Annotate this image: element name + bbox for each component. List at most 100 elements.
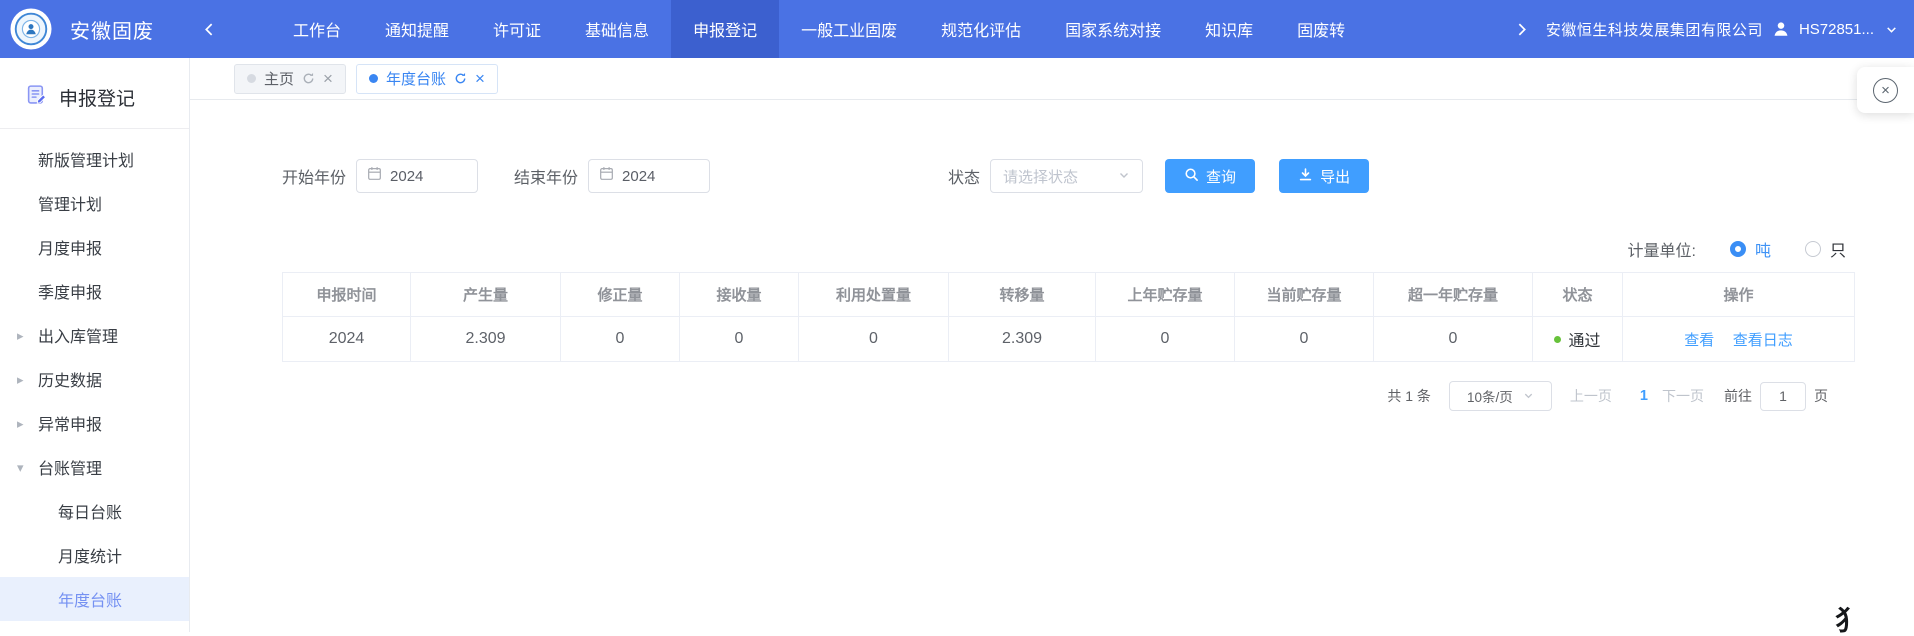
nav-item-national-system[interactable]: 国家系统对接 [1043,0,1183,58]
end-year-label: 结束年份 [514,164,578,188]
col-over-one-year-storage: 超一年贮存量 [1374,273,1533,317]
unit-radio-piece[interactable]: 只 [1805,237,1846,261]
user-menu-chevron-down-icon[interactable] [1885,23,1898,36]
export-button[interactable]: 导出 [1279,159,1369,193]
prev-page-button[interactable]: 上一页 [1570,386,1612,406]
sidebar-menu: 新版管理计划 管理计划 月度申报 季度申报 ▸ 出入库管理 ▸ 历史数据 ▸ 异… [0,137,189,621]
sidebar-title: 申报登记 [59,84,135,111]
search-button-label: 查询 [1206,166,1236,187]
current-page[interactable]: 1 [1640,388,1648,404]
sidebar-item-monthly-declaration[interactable]: 月度申报 [0,225,189,269]
close-icon[interactable]: × [323,70,333,87]
col-received: 接收量 [680,273,799,317]
page-size-select[interactable]: 10条/页 [1449,381,1552,411]
status-select[interactable]: 请选择状态 [990,159,1143,193]
nav-item-workbench[interactable]: 工作台 [271,0,363,58]
sidebar-item-abnormal-declaration[interactable]: ▸ 异常申报 [0,401,189,445]
caret-right-icon: ▸ [17,417,24,430]
sidebar-item-label: 历史数据 [38,367,102,391]
nav-item-standardization-assessment[interactable]: 规范化评估 [919,0,1043,58]
end-year-input[interactable] [588,159,710,193]
start-year-input[interactable] [356,159,478,193]
goto-page-input[interactable] [1760,382,1806,411]
end-year-field[interactable] [622,168,699,185]
unit-option-label: 吨 [1755,237,1771,261]
goto-prefix: 前往 [1724,386,1752,406]
sidebar-item-quarterly-declaration[interactable]: 季度申报 [0,269,189,313]
nav-item-notifications[interactable]: 通知提醒 [363,0,471,58]
annual-ledger-table: 申报时间 产生量 修正量 接收量 利用处置量 转移量 上年贮存量 当前贮存量 超… [282,272,1855,362]
caret-right-icon: ▸ [17,329,24,342]
nav-scroll-left-icon[interactable] [194,0,225,58]
sidebar-item-annual-ledger[interactable]: 年度台账 [0,577,189,621]
status-badge: 通过 [1568,327,1600,351]
search-icon [1184,167,1199,186]
sidebar-item-daily-ledger[interactable]: 每日台账 [0,489,189,533]
unit-radio-ton[interactable]: 吨 [1730,237,1771,261]
sidebar-item-management-plan[interactable]: 管理计划 [0,181,189,225]
annual-ledger-page: 开始年份 结束年份 状态 请选择状态 [190,100,1914,632]
main-layout: 申报登记 新版管理计划 管理计划 月度申报 季度申报 ▸ 出入库管理 ▸ 历史数… [0,58,1914,632]
close-all-tabs-button[interactable]: × [1857,67,1914,113]
refresh-icon[interactable] [454,72,467,85]
nav-item-declaration[interactable]: 申报登记 [671,0,779,58]
status-select-placeholder: 请选择状态 [1003,166,1078,187]
col-current-storage: 当前贮存量 [1235,273,1374,317]
sidebar-item-label: 出入库管理 [38,323,118,347]
cell-corrected: 0 [561,317,680,362]
tab-label: 主页 [264,68,294,89]
declaration-doc-icon [26,84,47,110]
tab-strip: 主页 × 年度台账 × × [190,58,1914,100]
user-id[interactable]: HS72851... [1799,21,1874,38]
cell-produced: 2.309 [411,317,561,362]
col-utilized-disposed: 利用处置量 [799,273,949,317]
sidebar-item-ledger-management[interactable]: ▾ 台账管理 [0,445,189,489]
export-button-label: 导出 [1320,166,1350,187]
filter-row: 开始年份 结束年份 状态 请选择状态 [282,159,1854,193]
circle-close-icon: × [1873,78,1898,103]
next-page-button[interactable]: 下一页 [1662,386,1704,406]
nav-item-license[interactable]: 许可证 [471,0,563,58]
col-transferred: 转移量 [949,273,1096,317]
sidebar-item-monthly-stats[interactable]: 月度统计 [0,533,189,577]
cell-utilized-disposed: 0 [799,317,949,362]
sidebar-divider [0,128,189,129]
nav-item-basic-info[interactable]: 基础信息 [563,0,671,58]
nav-item-general-industrial-waste[interactable]: 一般工业固废 [779,0,919,58]
close-icon[interactable]: × [475,70,485,87]
cell-over-one-year-storage: 0 [1374,317,1533,362]
sidebar-item-label: 异常申报 [38,411,102,435]
sidebar-item-history-data[interactable]: ▸ 历史数据 [0,357,189,401]
company-name[interactable]: 安徽恒生科技发展集团有限公司 [1546,19,1763,40]
download-icon [1298,167,1313,186]
cell-received: 0 [680,317,799,362]
nav-scroll-right-icon[interactable] [1506,22,1537,37]
user-icon [1772,20,1790,38]
radio-dot-icon [1730,241,1746,257]
unit-row: 计量单位: 吨 只 [282,237,1854,261]
table-header-row: 申报时间 产生量 修正量 接收量 利用处置量 转移量 上年贮存量 当前贮存量 超… [283,273,1855,317]
calendar-icon [599,166,614,186]
view-link[interactable]: 查看 [1684,332,1714,349]
chevron-down-icon [1118,168,1130,185]
cell-status: 通过 [1533,317,1623,362]
search-button[interactable]: 查询 [1165,159,1255,193]
tab-annual-ledger[interactable]: 年度台账 × [356,64,498,94]
view-log-link[interactable]: 查看日志 [1733,332,1793,349]
brand-title: 安徽固废 [70,15,154,44]
start-year-label: 开始年份 [282,164,346,188]
pagination: 共 1 条 10条/页 上一页 1 下一页 前往 页 [282,381,1854,411]
nav-item-knowledge-base[interactable]: 知识库 [1183,0,1275,58]
content-area: 主页 × 年度台账 × × 开始年份 [190,58,1914,632]
start-year-field[interactable] [390,168,467,185]
sidebar-item-new-management-plan[interactable]: 新版管理计划 [0,137,189,181]
refresh-icon[interactable] [302,72,315,85]
cell-transferred: 2.309 [949,317,1096,362]
nav-item-waste-transfer[interactable]: 固废转 [1275,0,1345,58]
tab-home[interactable]: 主页 × [234,64,346,94]
unit-label: 计量单位: [1628,237,1696,261]
table-row: 2024 2.309 0 0 0 2.309 0 0 0 通过 [283,317,1855,362]
cell-declare-time: 2024 [283,317,411,362]
sidebar-item-inout-storage[interactable]: ▸ 出入库管理 [0,313,189,357]
top-navbar: 安徽固废 工作台 通知提醒 许可证 基础信息 申报登记 一般工业固废 规范化评估… [0,0,1914,58]
